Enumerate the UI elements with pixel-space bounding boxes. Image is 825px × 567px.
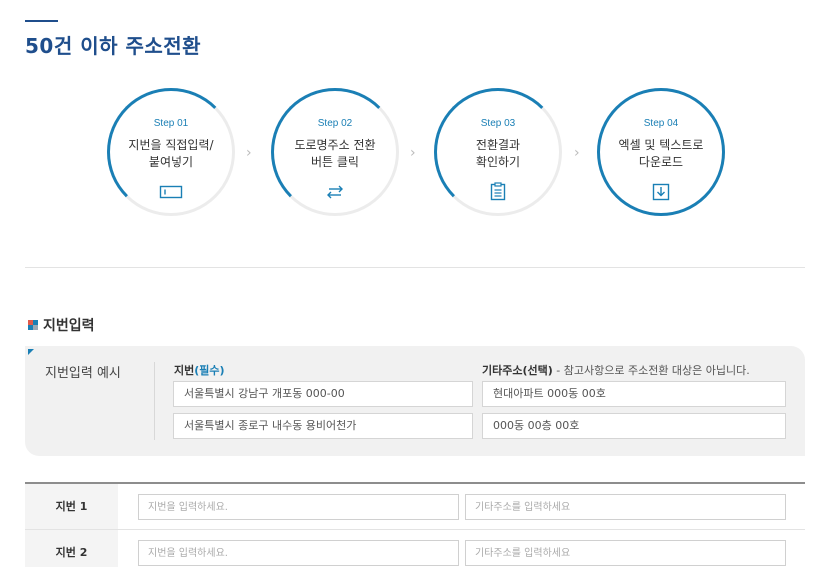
required-tag: (필수): [194, 364, 225, 377]
jibun-input-table: 지번 1 지번 2: [25, 482, 805, 567]
download-icon: [652, 183, 670, 201]
example-jibun-value: 서울특별시 종로구 내수동 용비어천가: [173, 413, 473, 439]
chevron-right-icon: ›: [410, 145, 416, 161]
corner-mark-icon: [28, 349, 34, 355]
title-accent-bar: [25, 20, 58, 22]
row-label: 지번 2: [25, 530, 118, 567]
step-label: Step 04: [643, 118, 679, 129]
example-etc-note: - 참고사항으로 주소전환 대상은 아닙니다.: [552, 364, 750, 377]
step-text: 지번을 직접입력/ 붙여넣기: [128, 138, 214, 169]
step-label: Step 02: [317, 118, 353, 129]
etc-address-input-1[interactable]: [465, 494, 786, 520]
section-header: 지번입력: [28, 315, 95, 335]
step-3: Step 03 전환결과 확인하기: [434, 88, 562, 216]
swap-arrows-icon: [327, 185, 343, 199]
table-row: 지번 1: [25, 484, 805, 530]
table-row: 지번 2: [25, 530, 805, 567]
example-jibun-header: 지번(필수): [174, 362, 225, 378]
example-panel: 지번입력 예시 지번(필수) 기타주소(선택) - 참고사항으로 주소전환 대상…: [25, 346, 805, 456]
step-guide: Step 01 지번을 직접입력/ 붙여넣기 › Step 02 도로명주소 전…: [0, 88, 825, 218]
example-divider: [154, 362, 155, 440]
example-title: 지번입력 예시: [45, 366, 121, 381]
step-1: Step 01 지번을 직접입력/ 붙여넣기: [107, 88, 235, 216]
step-label: Step 03: [480, 118, 516, 129]
step-text: 엑셀 및 텍스트로 다운로드: [618, 138, 704, 169]
step-text: 전환결과 확인하기: [475, 138, 521, 169]
chevron-right-icon: ›: [246, 145, 252, 161]
example-etc-label: 기타주소(선택): [482, 364, 553, 377]
page-title: 50건 이하 주소전환: [25, 34, 202, 58]
example-jibun-label: 지번: [174, 364, 195, 377]
example-jibun-value: 서울특별시 강남구 개포동 000-00: [173, 381, 473, 407]
example-etc-value: 000동 00층 00호: [482, 413, 786, 439]
jibun-input-2[interactable]: [138, 540, 459, 566]
clipboard-icon: [490, 182, 506, 201]
chevron-right-icon: ›: [574, 145, 580, 161]
step-4: Step 04 엑셀 및 텍스트로 다운로드: [597, 88, 725, 216]
row-label: 지번 1: [25, 484, 118, 529]
step-label: Step 01: [153, 118, 189, 129]
section-title: 지번입력: [43, 318, 95, 334]
example-etc-value: 현대아파트 000동 00호: [482, 381, 786, 407]
section-bullet-icon: [28, 320, 38, 330]
jibun-input-1[interactable]: [138, 494, 459, 520]
step-2: Step 02 도로명주소 전환 버튼 클릭: [271, 88, 399, 216]
step-text: 도로명주소 전환 버튼 클릭: [294, 138, 376, 169]
input-box-icon: [159, 185, 183, 199]
section-divider: [25, 267, 805, 268]
etc-address-input-2[interactable]: [465, 540, 786, 566]
example-etc-header: 기타주소(선택) - 참고사항으로 주소전환 대상은 아닙니다.: [482, 362, 750, 378]
